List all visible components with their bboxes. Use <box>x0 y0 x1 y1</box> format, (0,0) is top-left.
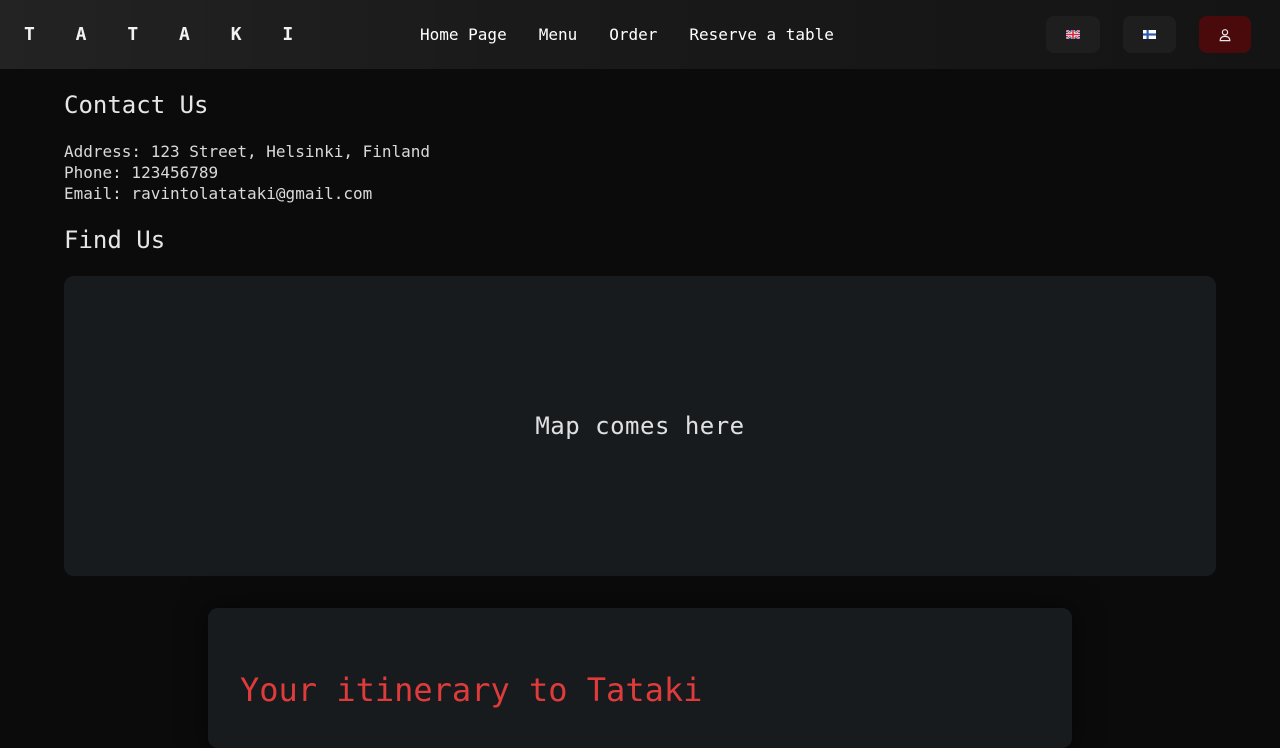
find-us-heading: Find Us <box>64 226 166 254</box>
contact-phone: Phone: 123456789 <box>64 163 219 182</box>
contact-email: Email: ravintolatataki@gmail.com <box>64 184 373 203</box>
map-placeholder-text: Map comes here <box>535 412 745 440</box>
nav-link-reserve[interactable]: Reserve a table <box>689 24 834 46</box>
contact-address: Address: 123 Street, Helsinki, Finland <box>64 142 431 161</box>
language-english-button[interactable] <box>1046 16 1100 53</box>
user-account-button[interactable] <box>1199 16 1251 53</box>
language-finnish-button[interactable] <box>1123 16 1176 53</box>
nav-link-order[interactable]: Order <box>609 24 657 46</box>
uk-flag-icon <box>1066 30 1080 39</box>
itinerary-card: Your itinerary to Tataki <box>208 608 1072 748</box>
user-icon <box>1219 28 1231 41</box>
nav-links: Home Page Menu Order Reserve a table <box>420 24 834 46</box>
itinerary-title: Your itinerary to Tataki <box>240 671 703 709</box>
contact-info: Address: 123 Street, Helsinki, Finland P… <box>64 141 430 204</box>
map-placeholder: Map comes here <box>64 276 1216 576</box>
nav-link-home[interactable]: Home Page <box>420 24 507 46</box>
nav-link-menu[interactable]: Menu <box>539 24 578 46</box>
contact-heading: Contact Us <box>64 91 209 119</box>
brand-logo[interactable]: T A T A K I <box>24 24 308 46</box>
top-navbar: T A T A K I Home Page Menu Order Reserve… <box>0 0 1280 69</box>
finland-flag-icon <box>1143 30 1156 39</box>
